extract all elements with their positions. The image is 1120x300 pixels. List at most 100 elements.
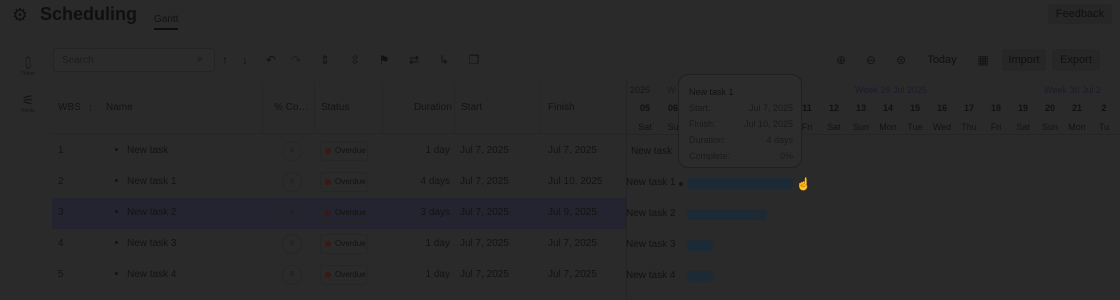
feedback-button[interactable]: Feedback: [1048, 4, 1112, 24]
row-bullet: [115, 241, 118, 244]
import-button[interactable]: Import: [1002, 49, 1046, 71]
complete-cell[interactable]: 0: [282, 141, 302, 161]
finish-cell[interactable]: Jul 7, 2025: [548, 269, 597, 280]
timeline-day: 18: [990, 103, 1001, 113]
row-bullet: [115, 148, 118, 151]
status-text: Overdue: [335, 146, 366, 155]
rail-filters-button[interactable]: ⩇ Filters: [18, 56, 38, 77]
task-name-cell[interactable]: New task: [127, 145, 168, 156]
duration-cell[interactable]: 1 day: [426, 145, 450, 156]
today-button[interactable]: Today: [922, 49, 962, 71]
task-name-cell[interactable]: New task 1: [127, 176, 176, 187]
tooltip-complete-label: Complete:: [689, 151, 731, 161]
complete-cell[interactable]: 0: [282, 234, 302, 254]
finish-cell[interactable]: Jul 9, 2025: [548, 207, 597, 218]
timeline-weekday: Mon: [1068, 122, 1086, 132]
collapse-all-button[interactable]: ⇳: [346, 50, 364, 70]
finish-cell[interactable]: Jul 7, 2025: [548, 238, 597, 249]
status-dot: [325, 241, 331, 247]
zoom-in-icon[interactable]: ⊕: [832, 50, 850, 70]
column-divider[interactable]: [382, 82, 383, 134]
status-text: Overdue: [335, 239, 366, 248]
dependency-handle[interactable]: [679, 182, 683, 186]
tooltip-duration-value: 4 days: [766, 135, 793, 145]
expand-all-button[interactable]: ⇕: [316, 50, 334, 70]
rail-fields-button[interactable]: ⚟ Fields: [18, 93, 38, 114]
table-row[interactable]: 3 New task 2 0 Overdue 3 days Jul 7, 202…: [52, 198, 626, 229]
table-row[interactable]: 5 New task 4 0 Overdue 1 day Jul 7, 2025…: [52, 260, 626, 291]
col-header-complete[interactable]: % Co…: [274, 102, 308, 113]
complete-cell[interactable]: 0: [282, 265, 302, 285]
start-cell[interactable]: Jul 7, 2025: [460, 207, 509, 218]
duration-cell[interactable]: 1 day: [426, 238, 450, 249]
link-button[interactable]: ↳: [435, 50, 453, 70]
sort-icon[interactable]: ↕: [88, 102, 93, 113]
export-button[interactable]: Export: [1052, 49, 1100, 71]
status-badge[interactable]: Overdue: [320, 234, 368, 254]
tab-gantt[interactable]: Gantt: [154, 14, 179, 30]
task-name-cell[interactable]: New task 4: [127, 269, 176, 280]
app-header: ⚙ Scheduling Gantt Feedback: [0, 0, 1120, 36]
move-up-button[interactable]: ↑: [216, 50, 234, 70]
timeline-weekday: Tu: [1098, 122, 1110, 132]
timeline-day: 2: [1101, 103, 1107, 113]
start-cell[interactable]: Jul 7, 2025: [460, 145, 509, 156]
zoom-out-icon[interactable]: ⊖: [862, 50, 880, 70]
status-badge[interactable]: Overdue: [320, 172, 368, 192]
finish-cell[interactable]: Jul 10, 2025: [548, 176, 603, 187]
tooltip-finish-value: Jul 10, 2025: [743, 119, 793, 129]
column-divider[interactable]: [314, 82, 315, 134]
task-name-cell[interactable]: New task 2: [127, 207, 176, 218]
swap-button[interactable]: ⇄: [405, 50, 423, 70]
timeline-year-label: 2025: [630, 85, 651, 95]
table-row[interactable]: 1 New task 0 Overdue 1 day Jul 7, 2025 J…: [52, 136, 626, 167]
zoom-fit-icon[interactable]: ⊜: [892, 50, 910, 70]
layers-button[interactable]: ❐: [465, 50, 483, 70]
move-down-button[interactable]: ↓: [236, 50, 254, 70]
column-divider[interactable]: [454, 82, 455, 134]
timeline-week-label: W: [667, 85, 676, 95]
duration-cell[interactable]: 1 day: [426, 269, 450, 280]
search-icon[interactable]: ⌕: [197, 53, 203, 66]
col-header-status[interactable]: Status: [321, 102, 349, 113]
status-dot: [325, 272, 331, 278]
complete-cell[interactable]: 0: [282, 203, 302, 223]
duration-cell[interactable]: 4 days: [421, 176, 450, 187]
start-cell[interactable]: Jul 7, 2025: [460, 176, 509, 187]
redo-button[interactable]: ↷: [287, 50, 305, 70]
wbs-cell: 5: [58, 269, 64, 280]
start-cell[interactable]: Jul 7, 2025: [460, 269, 509, 280]
milestone-button[interactable]: ⚑: [375, 50, 393, 70]
task-name-cell[interactable]: New task 3: [127, 238, 176, 249]
col-header-start[interactable]: Start: [461, 102, 482, 113]
col-header-wbs[interactable]: WBS: [58, 102, 81, 113]
table-row[interactable]: 4 New task 3 0 Overdue 1 day Jul 7, 2025…: [52, 229, 626, 260]
gantt-bar[interactable]: [687, 271, 713, 282]
gear-icon[interactable]: ⚙: [10, 5, 30, 25]
column-divider[interactable]: [540, 82, 541, 134]
search-input[interactable]: [62, 53, 190, 67]
row-bullet: [115, 210, 118, 213]
gantt-bar[interactable]: [687, 178, 793, 189]
col-header-finish[interactable]: Finish: [548, 102, 575, 113]
undo-button[interactable]: ↶: [262, 50, 280, 70]
status-badge[interactable]: Overdue: [320, 265, 368, 285]
status-badge[interactable]: Overdue: [320, 141, 368, 161]
filter-icon: ⩇: [24, 55, 32, 71]
sliders-icon: ⚟: [21, 92, 35, 108]
start-cell[interactable]: Jul 7, 2025: [460, 238, 509, 249]
gantt-bar[interactable]: [687, 209, 767, 220]
complete-cell[interactable]: 0: [282, 172, 302, 192]
finish-cell[interactable]: Jul 7, 2025: [548, 145, 597, 156]
grid-gantt-splitter[interactable]: [626, 80, 627, 300]
column-divider[interactable]: [262, 82, 263, 134]
table-row[interactable]: 2 New task 1 0 Overdue 4 days Jul 7, 202…: [52, 167, 626, 198]
calendar-icon[interactable]: ▦: [974, 50, 992, 70]
timeline-weekday: Sat: [1016, 122, 1030, 132]
status-badge[interactable]: Overdue: [320, 203, 368, 223]
col-header-name[interactable]: Name: [106, 102, 133, 113]
col-header-duration[interactable]: Duration: [414, 102, 452, 113]
gantt-bar[interactable]: [687, 240, 713, 251]
tooltip-duration-label: Duration:: [689, 135, 726, 145]
duration-cell[interactable]: 3 days: [421, 207, 450, 218]
